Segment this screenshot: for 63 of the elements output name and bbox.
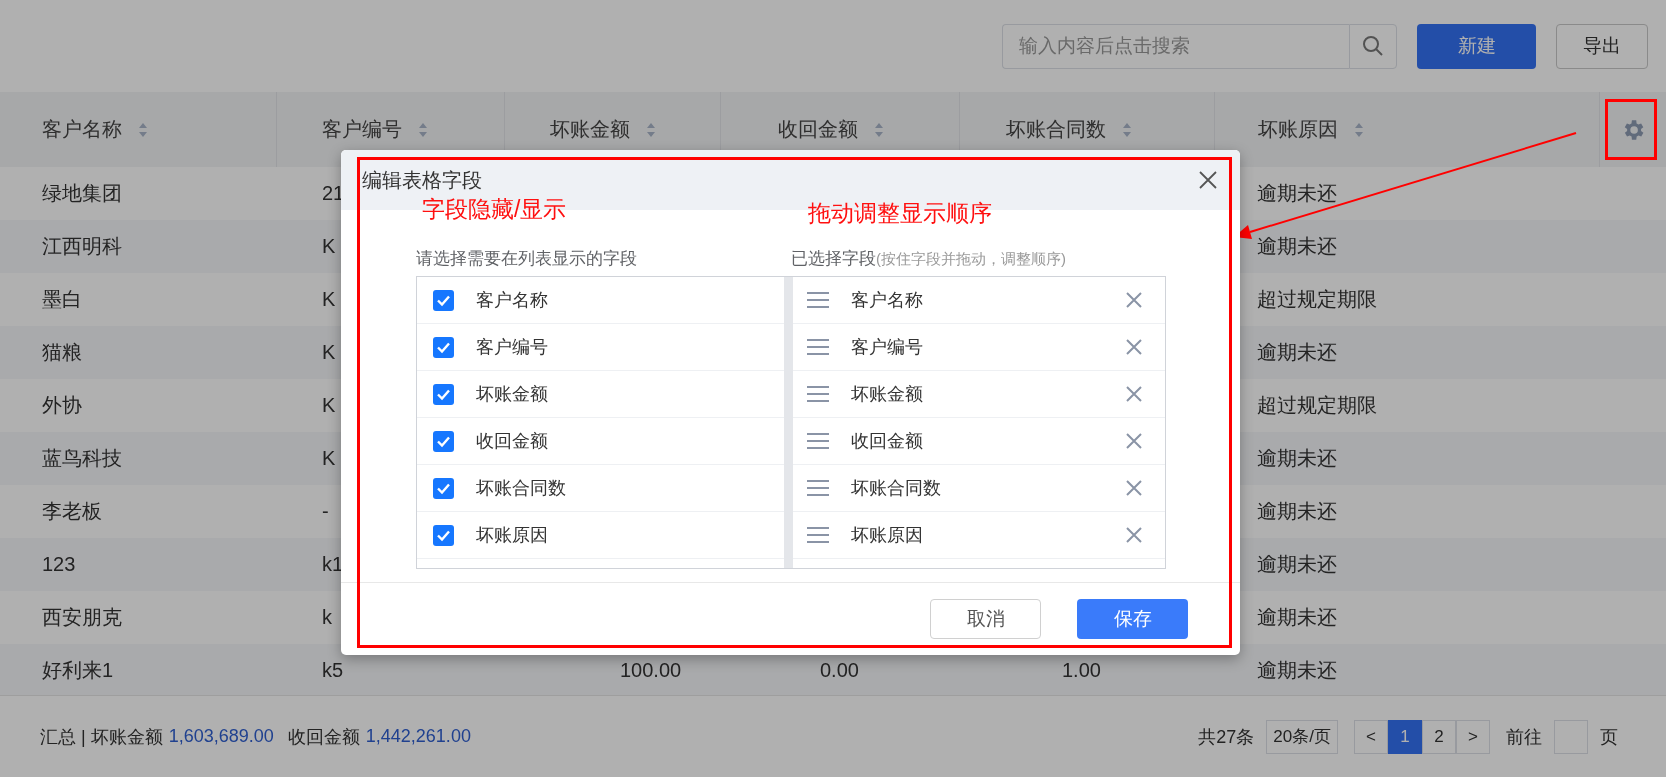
section-heading: 请选择需要在列表显示的字段 bbox=[416, 248, 638, 270]
table-cell: K bbox=[322, 341, 336, 364]
table-cell-text: 绿地集团 bbox=[42, 181, 122, 206]
field-label: 坏账金额 bbox=[851, 383, 924, 406]
page-suffix: 页 bbox=[1600, 725, 1618, 749]
table-cell-text: 江西明科 bbox=[42, 234, 122, 259]
table-cell: k bbox=[322, 606, 332, 629]
table-cell-text: 好利来1 bbox=[42, 658, 114, 683]
table-cell: - bbox=[322, 500, 329, 523]
field-label: 客户名称 bbox=[476, 289, 549, 312]
table-cell: k5 bbox=[322, 659, 344, 682]
column-header: 坏账原因 bbox=[1258, 117, 1338, 142]
table-cell-text: 墨白 bbox=[42, 287, 82, 312]
table-cell: K bbox=[322, 394, 336, 417]
table-cell: 0.00 bbox=[820, 659, 859, 682]
field-label: 坏账原因 bbox=[476, 524, 549, 547]
table-cell: K bbox=[322, 447, 336, 470]
annotation-note: 字段隐藏/显示 bbox=[422, 195, 567, 224]
field-label: 坏账合同数 bbox=[476, 477, 567, 500]
dialog-title: 编辑表格字段 bbox=[362, 167, 483, 193]
field-label: 收回金额 bbox=[851, 430, 924, 453]
field-label: 客户名称 bbox=[851, 289, 924, 312]
summary-amount: 1,442,261.00 bbox=[365, 726, 471, 747]
summary-amount: 1,603,689.00 bbox=[168, 726, 274, 747]
table-cell: 123 bbox=[42, 553, 76, 576]
section-heading: 已选择字段(按住字段并拖动，调整顺序) bbox=[791, 248, 1067, 270]
table-cell-text: 逾期未还 bbox=[1257, 446, 1337, 471]
field-label: 坏账金额 bbox=[476, 383, 549, 406]
table-cell: 21 bbox=[322, 182, 345, 205]
table-cell: K bbox=[322, 235, 336, 258]
field-label: 收回金额 bbox=[476, 430, 549, 453]
table-cell-text: 蓝鸟科技 bbox=[42, 446, 122, 471]
field-label: 客户编号 bbox=[476, 336, 549, 359]
table-cell-text: 逾期未还 bbox=[1257, 340, 1337, 365]
table-cell: 100.00 bbox=[620, 659, 682, 682]
table-cell-text: 逾期未还 bbox=[1257, 658, 1337, 683]
total-count: 共27条 bbox=[1198, 725, 1255, 749]
field-label: 坏账原因 bbox=[851, 524, 924, 547]
table-cell-text: 超过规定期限 bbox=[1257, 287, 1377, 312]
table-cell-text: 西安朋克 bbox=[42, 605, 122, 630]
table-cell-text: 超过规定期限 bbox=[1257, 393, 1377, 418]
table-cell-text: 逾期未还 bbox=[1257, 499, 1337, 524]
table-cell-text: 猫粮 bbox=[42, 340, 82, 365]
goto-label: 前往 bbox=[1506, 725, 1542, 749]
summary-label: 收回金额 bbox=[287, 725, 360, 749]
summary-label: 汇总 | 坏账金额 bbox=[40, 725, 163, 749]
table-cell: K bbox=[322, 288, 336, 311]
annotation-note: 拖动调整显示顺序 bbox=[808, 199, 992, 228]
table-cell-text: 逾期未还 bbox=[1257, 552, 1337, 577]
column-header: 收回金额 bbox=[778, 117, 858, 142]
column-header: 客户名称 bbox=[42, 117, 122, 142]
table-cell-text: 外协 bbox=[42, 393, 82, 418]
column-header: 坏账金额 bbox=[550, 117, 630, 142]
table-cell: k1 bbox=[322, 553, 344, 576]
table-cell: 1.00 bbox=[1062, 659, 1101, 682]
field-label: 坏账合同数 bbox=[851, 477, 942, 500]
table-cell-text: 李老板 bbox=[42, 499, 102, 524]
column-header: 坏账合同数 bbox=[1006, 117, 1106, 142]
column-header: 客户编号 bbox=[322, 117, 402, 142]
table-cell-text: 逾期未还 bbox=[1257, 234, 1337, 259]
field-label: 客户编号 bbox=[851, 336, 924, 359]
table-cell-text: 逾期未还 bbox=[1257, 181, 1337, 206]
table-cell-text: 逾期未还 bbox=[1257, 605, 1337, 630]
